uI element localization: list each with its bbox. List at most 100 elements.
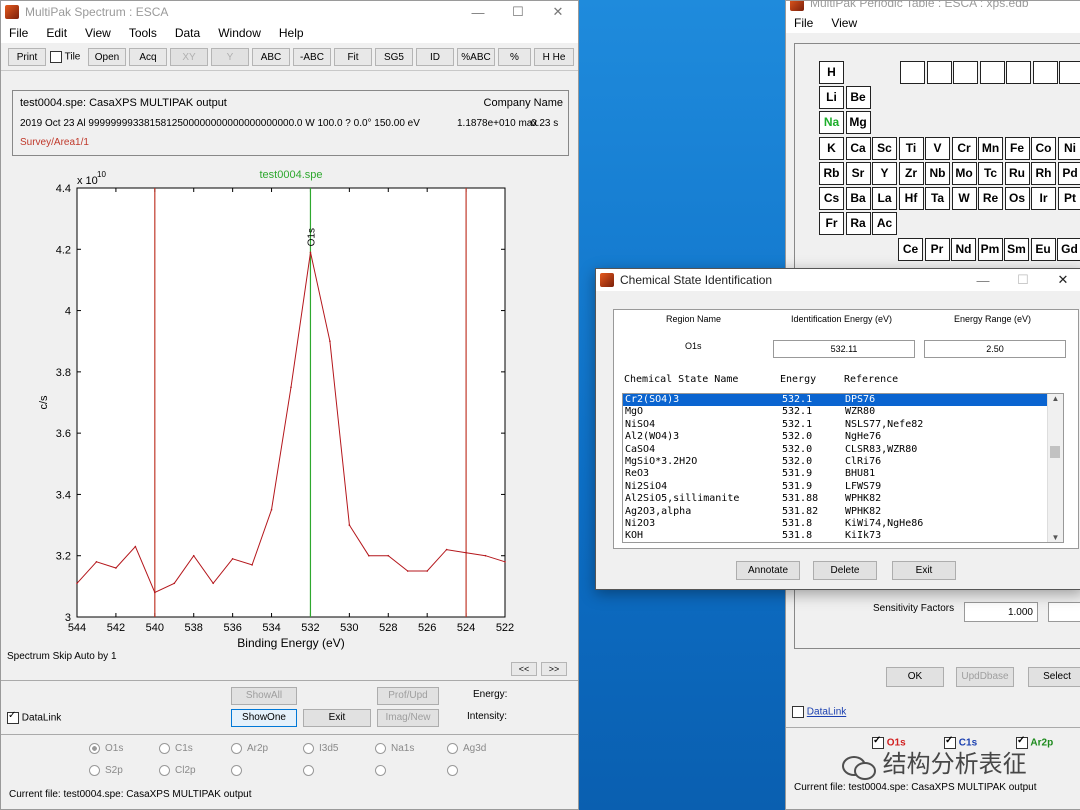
prev-spectrum-button[interactable]: << <box>511 662 537 676</box>
menu-view[interactable]: View <box>831 16 857 30</box>
element-sr[interactable]: Sr <box>845 162 871 185</box>
element-y[interactable]: Y <box>872 162 897 185</box>
element-os[interactable]: Os <box>1004 187 1030 210</box>
element-gd[interactable]: Gd <box>1057 238 1080 261</box>
chemical-state-row[interactable]: Ni2SiO4 531.9 LFWS79 <box>623 481 1049 493</box>
region-radio-empty[interactable] <box>375 765 391 776</box>
close-icon[interactable]: ✕ <box>1043 272 1080 288</box>
element-la[interactable]: La <box>872 187 897 210</box>
open-button[interactable]: Open <box>88 48 126 66</box>
percent-abc-button[interactable]: %ABC <box>457 48 495 66</box>
menu-file[interactable]: File <box>794 16 813 30</box>
element-na[interactable]: Na <box>819 111 844 134</box>
element-pm[interactable]: Pm <box>977 238 1003 261</box>
abc-button[interactable]: ABC <box>252 48 290 66</box>
element-ca[interactable]: Ca <box>845 137 871 160</box>
element-sc[interactable]: Sc <box>872 137 897 160</box>
identification-energy-input[interactable]: 532.11 <box>773 340 915 358</box>
chemical-state-row[interactable]: KOH 531.8 KiIk73 <box>623 530 1049 542</box>
delete-button[interactable]: Delete <box>813 561 877 580</box>
element-pd[interactable]: Pd <box>1057 162 1080 185</box>
menu-data[interactable]: Data <box>175 26 200 40</box>
exit-button[interactable]: Exit <box>303 709 371 727</box>
element-k[interactable]: K <box>819 137 844 160</box>
region-radio-na1s[interactable]: Na1s <box>375 743 414 754</box>
element-cs[interactable]: Cs <box>819 187 844 210</box>
upd-dbase-button[interactable]: UpdDbase <box>956 667 1014 687</box>
element-fr[interactable]: Fr <box>819 212 844 235</box>
close-icon[interactable]: ✕ <box>538 4 578 20</box>
region-radio-empty[interactable] <box>447 765 463 776</box>
element-v[interactable]: V <box>925 137 950 160</box>
element-re[interactable]: Re <box>978 187 1003 210</box>
h-he-button[interactable]: H He <box>534 48 574 66</box>
sensitivity-field[interactable]: 1.000 <box>964 602 1038 622</box>
element-rh[interactable]: Rh <box>1031 162 1056 185</box>
id-button[interactable]: ID <box>416 48 454 66</box>
datalink-checkbox[interactable]: DataLink <box>7 710 61 724</box>
chemical-state-row[interactable]: Al2SiO5,sillimanite 531.88 WPHK82 <box>623 493 1049 505</box>
maximize-icon[interactable]: ☐ <box>498 4 538 20</box>
region-radio-o1s[interactable]: O1s <box>89 743 123 754</box>
chemical-state-row[interactable]: Al2(WO4)3 532.0 NgHe76 <box>623 431 1049 443</box>
exit-button[interactable]: Exit <box>892 561 956 580</box>
region-radio-empty[interactable] <box>303 765 319 776</box>
annotate-button[interactable]: Annotate <box>736 561 800 580</box>
element-ce[interactable]: Ce <box>898 238 923 261</box>
minimize-icon[interactable]: — <box>458 5 498 20</box>
chemical-state-row[interactable]: NiSO4 532.1 NSLS77,Nefe82 <box>623 419 1049 431</box>
element-ni[interactable]: Ni <box>1057 137 1080 160</box>
element-zr[interactable]: Zr <box>898 162 924 185</box>
next-spectrum-button[interactable]: >> <box>541 662 567 676</box>
element-mn[interactable]: Mn <box>978 137 1003 160</box>
select-button[interactable]: Select <box>1028 667 1080 687</box>
element-tc[interactable]: Tc <box>978 162 1003 185</box>
element-ac[interactable]: Ac <box>872 212 897 235</box>
y-button[interactable]: Y <box>211 48 249 66</box>
spectrum-chart[interactable]: 544 542 540 538 536 534 532 530 528 526 524 52233.2… <box>1 161 579 661</box>
chemical-state-row[interactable]: Ag2O3,alpha 531.82 WPHK82 <box>623 506 1049 518</box>
xy-button[interactable]: XY <box>170 48 208 66</box>
element-w[interactable]: W <box>951 187 977 210</box>
sensitivity-field-2[interactable] <box>1048 602 1080 622</box>
scroll-thumb[interactable] <box>1050 446 1060 458</box>
element-eu[interactable]: Eu <box>1030 238 1056 261</box>
element-ru[interactable]: Ru <box>1004 162 1030 185</box>
imag-new-button[interactable]: Imag/New <box>377 709 439 727</box>
region-radio-s2p[interactable]: S2p <box>89 765 123 776</box>
element-hf[interactable]: Hf <box>898 187 924 210</box>
chemical-state-row[interactable]: ReO3 531.9 BHU81 <box>623 468 1049 480</box>
chemical-state-row[interactable]: CaSO4 532.0 CLSR83,WZR80 <box>623 444 1049 456</box>
sg5-button[interactable]: SG5 <box>375 48 413 66</box>
element-ba[interactable]: Ba <box>845 187 871 210</box>
minimize-icon[interactable]: — <box>963 273 1003 288</box>
maximize-icon[interactable]: ☐ <box>1003 272 1043 288</box>
chemical-state-row[interactable]: Ni2O3 531.8 KiWi74,NgHe86 <box>623 518 1049 530</box>
element-ir[interactable]: Ir <box>1031 187 1056 210</box>
menu-window[interactable]: Window <box>218 26 261 40</box>
datalink-checkbox[interactable]: DataLink <box>792 706 846 718</box>
element-co[interactable]: Co <box>1031 137 1056 160</box>
chemical-state-row[interactable]: MgO 532.1 WZR80 <box>623 406 1049 418</box>
element-ra[interactable]: Ra <box>845 212 871 235</box>
element-nd[interactable]: Nd <box>951 238 976 261</box>
minus-abc-button[interactable]: -ABC <box>293 48 331 66</box>
element-pr[interactable]: Pr <box>924 238 950 261</box>
scroll-up-icon[interactable]: ▲ <box>1048 394 1063 403</box>
chemical-state-list[interactable]: Cr2(SO4)3 532.1 DPS76 MgO 532.1 WZR80 NiSO4 532… <box>622 393 1064 543</box>
element-mo[interactable]: Mo <box>951 162 977 185</box>
show-all-button[interactable]: ShowAll <box>231 687 297 705</box>
region-radio-i3d5[interactable]: I3d5 <box>303 743 338 754</box>
element-mg[interactable]: Mg <box>845 111 871 134</box>
element-ti[interactable]: Ti <box>898 137 924 160</box>
acq-button[interactable]: Acq <box>129 48 167 66</box>
element-li[interactable]: Li <box>819 86 844 109</box>
menu-edit[interactable]: Edit <box>46 26 67 40</box>
element-fe[interactable]: Fe <box>1004 137 1030 160</box>
prof-upd-button[interactable]: Prof/Upd <box>377 687 439 705</box>
menu-tools[interactable]: Tools <box>129 26 157 40</box>
region-radio-ag3d[interactable]: Ag3d <box>447 743 486 754</box>
tile-checkbox[interactable]: Tile <box>50 51 80 63</box>
element-sm[interactable]: Sm <box>1004 238 1029 261</box>
region-radio-ar2p[interactable]: Ar2p <box>231 743 268 754</box>
